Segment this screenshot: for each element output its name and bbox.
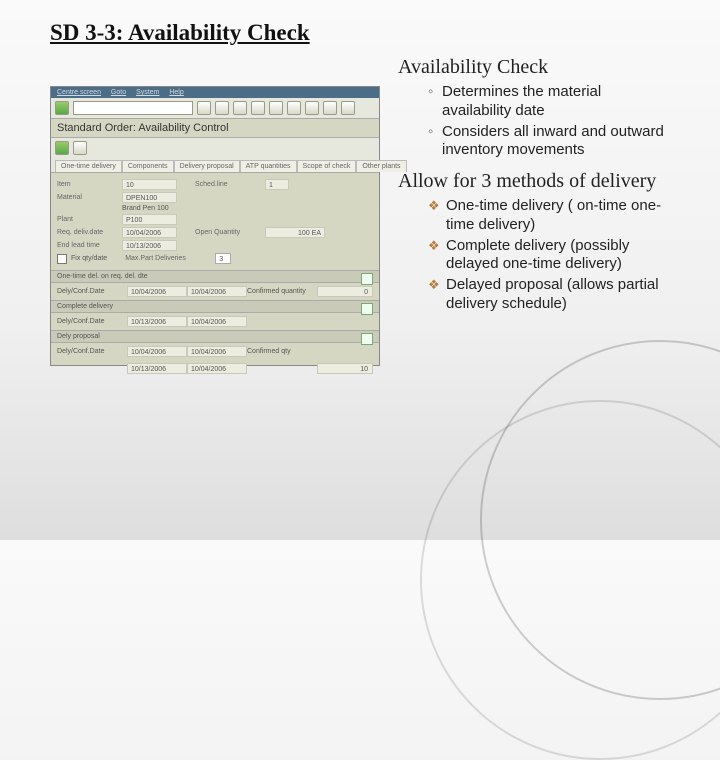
cell: 10 xyxy=(317,363,373,374)
label: End lead time xyxy=(57,242,122,249)
tab: Other plants xyxy=(356,160,406,172)
sap-toolbar xyxy=(51,98,379,119)
tab-strip: One-time delivery Components Delivery pr… xyxy=(51,158,379,173)
cell: Dely/Conf.Date xyxy=(57,288,127,295)
slide-title: SD 3-3: Availability Check xyxy=(50,20,670,46)
menu-item: Help xyxy=(169,89,183,96)
toolbar-icon xyxy=(197,101,211,115)
section-head: Complete delivery xyxy=(51,300,379,313)
toolbar-icon xyxy=(287,101,301,115)
bullet-list: Determines the material availability dat… xyxy=(428,83,670,160)
toolbar-icon xyxy=(233,101,247,115)
value: DPEN100 xyxy=(122,192,177,203)
section-head: Dely proposal xyxy=(51,330,379,343)
cell: Confirmed qty xyxy=(247,348,317,355)
cell: 10/13/2006 xyxy=(127,363,187,374)
menu-item: System xyxy=(136,89,159,96)
cell: 10/04/2006 xyxy=(187,346,247,357)
bullet: Complete delivery (possibly delayed one-… xyxy=(428,237,670,275)
value: 10/13/2006 xyxy=(122,240,177,251)
subheading: Availability Check xyxy=(398,56,670,79)
data-row: Dely/Conf.Date 10/04/2006 10/04/2006 Con… xyxy=(51,343,379,360)
cell: Dely/Conf.Date xyxy=(57,318,127,325)
label: Sched.line xyxy=(195,181,265,188)
bullet: Determines the material availability dat… xyxy=(428,83,670,121)
label: Plant xyxy=(57,216,122,223)
cell: 10/04/2006 xyxy=(127,346,187,357)
subheading: Allow for 3 methods of delivery xyxy=(398,170,670,193)
tab: Scope of check xyxy=(297,160,357,172)
menu-item: Goto xyxy=(111,89,126,96)
cell: 10/13/2006 xyxy=(127,316,187,327)
section-head: One-time del. on req. del. dte xyxy=(51,270,379,283)
bg-circle xyxy=(420,400,720,760)
label: Req. deliv.date xyxy=(57,229,122,236)
value: 3 xyxy=(215,253,231,264)
cell: Dely/Conf.Date xyxy=(57,348,127,355)
toolbar-icon xyxy=(323,101,337,115)
sap-menubar: Centre screen Goto System Help xyxy=(51,87,379,98)
toolbar-icon xyxy=(305,101,319,115)
value: 1 xyxy=(265,179,289,190)
menu-item: Centre screen xyxy=(57,89,101,96)
cell: Confirmed quantity xyxy=(247,288,317,295)
cell: 0 xyxy=(317,286,373,297)
label: Open Quantity xyxy=(195,229,265,236)
cell: 10/04/2006 xyxy=(127,286,187,297)
form-area: Item 10 Sched.line 1 Material DPEN100 Br… xyxy=(51,173,379,270)
bullet: Considers all inward and outward invento… xyxy=(428,123,670,161)
cell: 10/04/2006 xyxy=(187,363,247,374)
value: 100 EA xyxy=(265,227,325,238)
slide: SD 3-3: Availability Check Centre screen… xyxy=(0,0,720,386)
screen-heading: Standard Order: Availability Control xyxy=(51,119,379,138)
value: P100 xyxy=(122,214,177,225)
section-label: Complete delivery xyxy=(57,303,113,310)
data-row: Dely/Conf.Date 10/13/2006 10/04/2006 xyxy=(51,313,379,330)
section-label: One-time del. on req. del. dte xyxy=(57,273,148,280)
toolbar-icon xyxy=(55,141,69,155)
label: Max.Part Deliveries xyxy=(125,255,215,262)
ok-icon xyxy=(55,101,69,115)
check-icon xyxy=(361,333,373,345)
toolbar-icon xyxy=(341,101,355,115)
toolbar-icon xyxy=(269,101,283,115)
tab: ATP quantities xyxy=(240,160,297,172)
toolbar-icon xyxy=(73,141,87,155)
tab: Components xyxy=(122,160,174,172)
label: Material xyxy=(57,194,122,201)
label: Fix qty/date xyxy=(71,255,107,262)
section-label: Dely proposal xyxy=(57,333,100,340)
data-row: 10/13/2006 10/04/2006 10 xyxy=(51,360,379,377)
label: Item xyxy=(57,181,122,188)
tab: Delivery proposal xyxy=(174,160,240,172)
bullet: One-time delivery ( on-time one-time del… xyxy=(428,197,670,235)
check-icon xyxy=(361,303,373,315)
check-icon xyxy=(361,273,373,285)
command-field xyxy=(73,101,193,115)
value: 10 xyxy=(122,179,177,190)
bullet-list: One-time delivery ( on-time one-time del… xyxy=(428,197,670,314)
tab: One-time delivery xyxy=(55,160,122,172)
value: 10/04/2006 xyxy=(122,227,177,238)
toolbar-icon xyxy=(251,101,265,115)
sap-toolbar-2 xyxy=(51,138,379,158)
checkbox-icon xyxy=(57,254,67,264)
cell: 10/04/2006 xyxy=(187,286,247,297)
toolbar-icon xyxy=(215,101,229,115)
cell: 10/04/2006 xyxy=(187,316,247,327)
data-row: Dely/Conf.Date 10/04/2006 10/04/2006 Con… xyxy=(51,283,379,300)
value: Brand Pen 100 xyxy=(122,205,169,212)
text-column: Availability Check Determines the materi… xyxy=(390,56,670,366)
bullet: Delayed proposal (allows partial deliver… xyxy=(428,276,670,314)
sap-screenshot: Centre screen Goto System Help xyxy=(50,56,380,366)
